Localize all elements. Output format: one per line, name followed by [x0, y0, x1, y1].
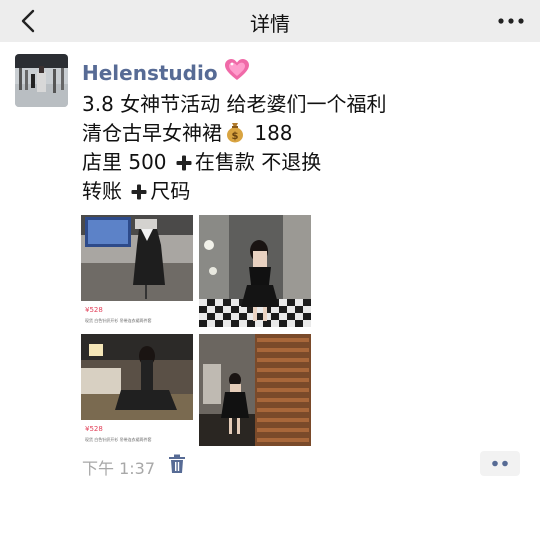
- post-line-3-text-b: 在售款 不退换: [194, 150, 322, 174]
- photo-4-image: [199, 334, 311, 446]
- post-line-4-text-b: 尺码: [150, 179, 191, 203]
- post-line-2-text: 清仓古早女神裙: [82, 121, 222, 145]
- photo-3-price: ¥528: [85, 425, 103, 433]
- top-nav-bar: 详情: [0, 0, 540, 42]
- photo-2-image: [199, 215, 311, 327]
- avatar-image: [15, 54, 68, 107]
- post-line-2-price: 188: [254, 121, 293, 145]
- svg-text:$: $: [232, 131, 239, 142]
- sparkling-heart-icon: [224, 59, 249, 80]
- post-line-3-text-a: 店里 500: [82, 150, 167, 174]
- post-line-3: 店里 500 在售款 不退换: [82, 148, 512, 177]
- post-line-4-text-a: 转账: [82, 179, 122, 203]
- trash-icon[interactable]: [168, 454, 186, 474]
- photo-1-price: ¥528: [85, 306, 103, 314]
- post-content: 3.8 女神节活动 给老婆们一个福利 清仓古早女神裙 $ 188 店里 500 …: [82, 90, 512, 206]
- plus-icon: [131, 184, 147, 200]
- post-line-1: 3.8 女神节活动 给老婆们一个福利: [82, 92, 387, 116]
- two-dots-icon: [492, 460, 508, 467]
- comment-like-button[interactable]: [480, 451, 520, 476]
- post-photo-3[interactable]: ¥528 现货 白色针织开衫 吊带连衣裙两件套: [81, 334, 193, 446]
- photo-3-caption: 现货 白色针织开衫 吊带连衣裙两件套: [85, 437, 152, 442]
- author-name-text[interactable]: Helenstudio: [82, 61, 218, 85]
- author-name[interactable]: Helenstudio: [82, 58, 250, 85]
- page-title: 详情: [250, 12, 290, 36]
- photo-1-caption: 现货 白色针织开衫 吊带连衣裙两件套: [85, 318, 152, 323]
- post-photo-4[interactable]: [199, 334, 311, 446]
- post-photo-2[interactable]: [199, 215, 311, 327]
- more-dots-icon[interactable]: [494, 9, 528, 33]
- avatar[interactable]: [15, 54, 68, 107]
- post-line-4: 转账 尺码: [82, 177, 512, 206]
- post-photo-1[interactable]: ¥528 现货 白色针织开衫 吊带连衣裙两件套: [81, 215, 193, 327]
- post-timestamp: 下午 1:37: [82, 459, 156, 478]
- plus-icon: [176, 155, 192, 171]
- post-line-2: 清仓古早女神裙 $ 188: [82, 119, 512, 148]
- money-bag-icon: $: [227, 123, 243, 143]
